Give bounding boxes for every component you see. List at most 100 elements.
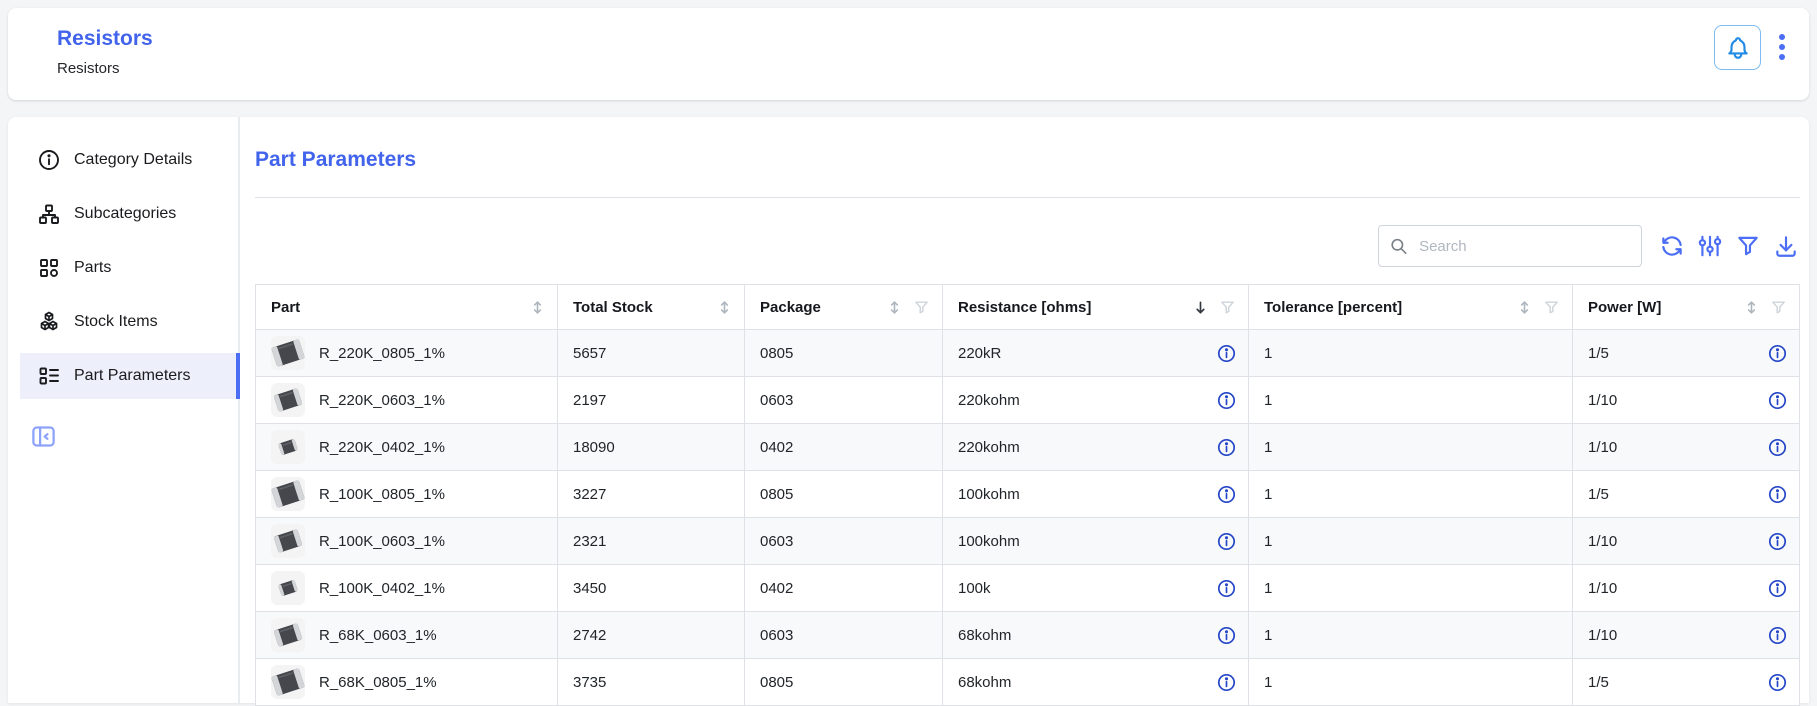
info-icon (1217, 438, 1236, 457)
sort-icon[interactable] (1744, 299, 1759, 316)
cell-part[interactable]: R_220K_0805_1% (256, 330, 558, 377)
download-icon (1773, 233, 1799, 259)
part-thumbnail (271, 571, 305, 605)
search-box[interactable] (1378, 225, 1642, 267)
part-thumbnail (271, 383, 305, 417)
table-row[interactable]: R_220K_0603_1%21970603220kohm11/10 (256, 377, 1800, 424)
main-card: Category Details Subcategories Parts (8, 117, 1809, 703)
sort-icon[interactable] (530, 299, 545, 316)
table-row[interactable]: R_220K_0805_1%56570805220kR11/5 (256, 330, 1800, 377)
column-label: Power [W] (1588, 299, 1661, 316)
column-header-package[interactable]: Package (745, 285, 943, 330)
power-info-button[interactable] (1768, 344, 1787, 363)
cell-power: 1/10 (1573, 612, 1800, 659)
column-header-power-w[interactable]: Power [W] (1573, 285, 1800, 330)
power-info-button[interactable] (1768, 579, 1787, 598)
cell-part[interactable]: R_68K_0805_1% (256, 659, 558, 706)
part-thumbnail (271, 665, 305, 699)
sidebar-item-part-parameters[interactable]: Part Parameters (20, 353, 240, 399)
resistor-chip-thumbnail (271, 336, 305, 370)
search-input[interactable] (1417, 237, 1631, 256)
resistance-info-button[interactable] (1217, 626, 1236, 645)
column-filter-icon[interactable] (1770, 299, 1787, 316)
cell-package: 0603 (745, 377, 943, 424)
power-value: 1/10 (1588, 627, 1617, 644)
table-row[interactable]: R_68K_0805_1%3735080568kohm11/5 (256, 659, 1800, 706)
info-icon (1768, 344, 1787, 363)
cell-part[interactable]: R_220K_0603_1% (256, 377, 558, 424)
sorted-desc-icon[interactable] (1193, 299, 1208, 316)
cell-package: 0805 (745, 659, 943, 706)
filter-icon (1735, 233, 1761, 259)
resistance-info-button[interactable] (1217, 673, 1236, 692)
cell-tolerance: 1 (1249, 565, 1573, 612)
cell-power: 1/5 (1573, 471, 1800, 518)
table-options-button[interactable] (1696, 232, 1724, 260)
info-icon (1217, 673, 1236, 692)
table-row[interactable]: R_68K_0603_1%2742060368kohm11/10 (256, 612, 1800, 659)
overflow-menu-button[interactable] (1773, 29, 1791, 69)
info-icon (1217, 344, 1236, 363)
breadcrumb[interactable]: Resistors (57, 60, 153, 77)
notifications-button[interactable] (1714, 25, 1761, 70)
sort-icon[interactable] (887, 299, 902, 316)
sidebar-item-stock-items[interactable]: Stock Items (20, 299, 240, 345)
resistance-info-button[interactable] (1217, 391, 1236, 410)
resistor-chip-thumbnail (271, 383, 305, 417)
table-row[interactable]: R_220K_0402_1%180900402220kohm11/10 (256, 424, 1800, 471)
resistance-value: 220kR (958, 345, 1001, 362)
sort-icon[interactable] (1517, 299, 1532, 316)
power-info-button[interactable] (1768, 673, 1787, 692)
resistance-info-button[interactable] (1217, 532, 1236, 551)
cell-part[interactable]: R_220K_0402_1% (256, 424, 558, 471)
cell-part[interactable]: R_100K_0603_1% (256, 518, 558, 565)
power-info-button[interactable] (1768, 438, 1787, 457)
sidebar-item-category-details[interactable]: Category Details (20, 137, 240, 183)
column-filter-icon[interactable] (913, 299, 930, 316)
resistance-info-button[interactable] (1217, 438, 1236, 457)
download-button[interactable] (1772, 232, 1800, 260)
column-header-tolerance-percent[interactable]: Tolerance [percent] (1249, 285, 1573, 330)
cell-part[interactable]: R_68K_0603_1% (256, 612, 558, 659)
cell-part[interactable]: R_100K_0402_1% (256, 565, 558, 612)
cell-resistance: 100kohm (943, 471, 1249, 518)
power-info-button[interactable] (1768, 391, 1787, 410)
column-header-part[interactable]: Part (256, 285, 558, 330)
section-divider (255, 197, 1800, 198)
sidebar-item-subcategories[interactable]: Subcategories (20, 191, 240, 237)
cell-package: 0805 (745, 471, 943, 518)
power-info-button[interactable] (1768, 626, 1787, 645)
resistance-info-button[interactable] (1217, 344, 1236, 363)
column-header-total-stock[interactable]: Total Stock (558, 285, 745, 330)
column-header-icons (717, 299, 732, 316)
table-row[interactable]: R_100K_0805_1%32270805100kohm11/5 (256, 471, 1800, 518)
table-row[interactable]: R_100K_0402_1%34500402100k11/10 (256, 565, 1800, 612)
cell-part[interactable]: R_100K_0805_1% (256, 471, 558, 518)
power-info-button[interactable] (1768, 532, 1787, 551)
sidebar-item-parts[interactable]: Parts (20, 245, 240, 291)
column-filter-icon[interactable] (1543, 299, 1560, 316)
cell-package: 0603 (745, 612, 943, 659)
table-row[interactable]: R_100K_0603_1%23210603100kohm11/10 (256, 518, 1800, 565)
part-name: R_100K_0805_1% (319, 486, 445, 503)
cell-total-stock: 2321 (558, 518, 745, 565)
refresh-button[interactable] (1658, 232, 1686, 260)
part-name: R_220K_0402_1% (319, 439, 445, 456)
cell-power: 1/10 (1573, 565, 1800, 612)
column-header-resistance-ohms[interactable]: Resistance [ohms] (943, 285, 1249, 330)
refresh-icon (1659, 233, 1685, 259)
resistance-info-button[interactable] (1217, 485, 1236, 504)
sort-icon[interactable] (717, 299, 732, 316)
cell-package: 0402 (745, 424, 943, 471)
filter-button[interactable] (1734, 232, 1762, 260)
column-label: Package (760, 299, 821, 316)
info-circle-icon (37, 148, 61, 172)
column-header-icons (1193, 299, 1236, 316)
resistance-info-button[interactable] (1217, 579, 1236, 598)
column-filter-icon[interactable] (1219, 299, 1236, 316)
cell-total-stock: 2742 (558, 612, 745, 659)
info-icon (1217, 532, 1236, 551)
table-toolbar (255, 225, 1800, 267)
power-info-button[interactable] (1768, 485, 1787, 504)
sidebar-collapse-button[interactable] (30, 423, 57, 453)
